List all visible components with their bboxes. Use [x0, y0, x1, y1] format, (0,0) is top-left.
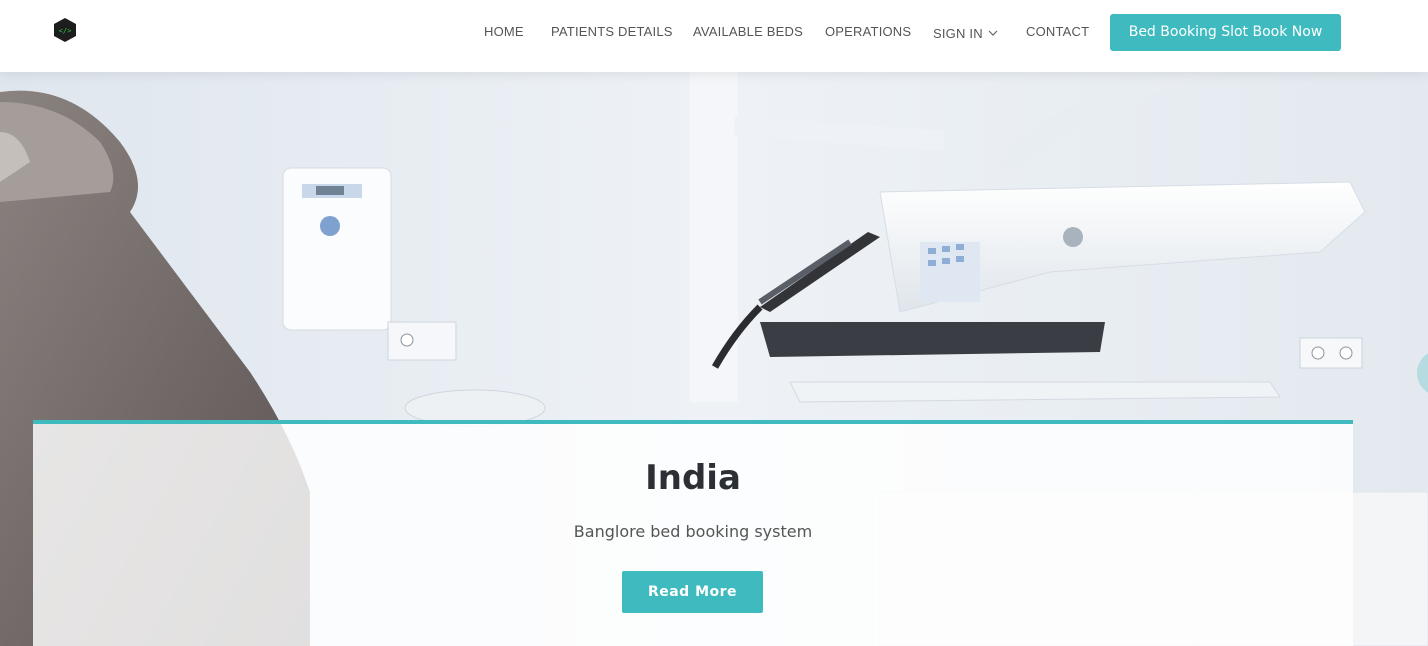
nav-contact[interactable]: CONTACT — [1026, 24, 1089, 39]
nav-patients-details[interactable]: PATIENTS DETAILS — [551, 24, 673, 39]
logo-icon[interactable]: </> — [53, 17, 77, 43]
nav-sign-in[interactable]: SIGN IN — [933, 24, 998, 41]
site-header: </> HOME PATIENTS DETAILS AVAILABLE BEDS… — [0, 0, 1428, 72]
svg-text:</>: </> — [59, 27, 72, 35]
read-more-button[interactable]: Read More — [622, 571, 763, 613]
hero-caption-box: India Banglore bed booking system Read M… — [33, 420, 1353, 646]
hero-title: India — [645, 458, 741, 498]
book-now-button[interactable]: Bed Booking Slot Book Now — [1110, 14, 1341, 51]
chevron-down-icon — [988, 24, 998, 39]
nav-home[interactable]: HOME — [484, 24, 524, 39]
nav-sign-in-label: SIGN IN — [933, 26, 983, 41]
nav-operations[interactable]: OPERATIONS — [825, 24, 911, 39]
nav-available-beds[interactable]: AVAILABLE BEDS — [693, 24, 803, 39]
hero-subtitle: Banglore bed booking system — [573, 522, 813, 541]
